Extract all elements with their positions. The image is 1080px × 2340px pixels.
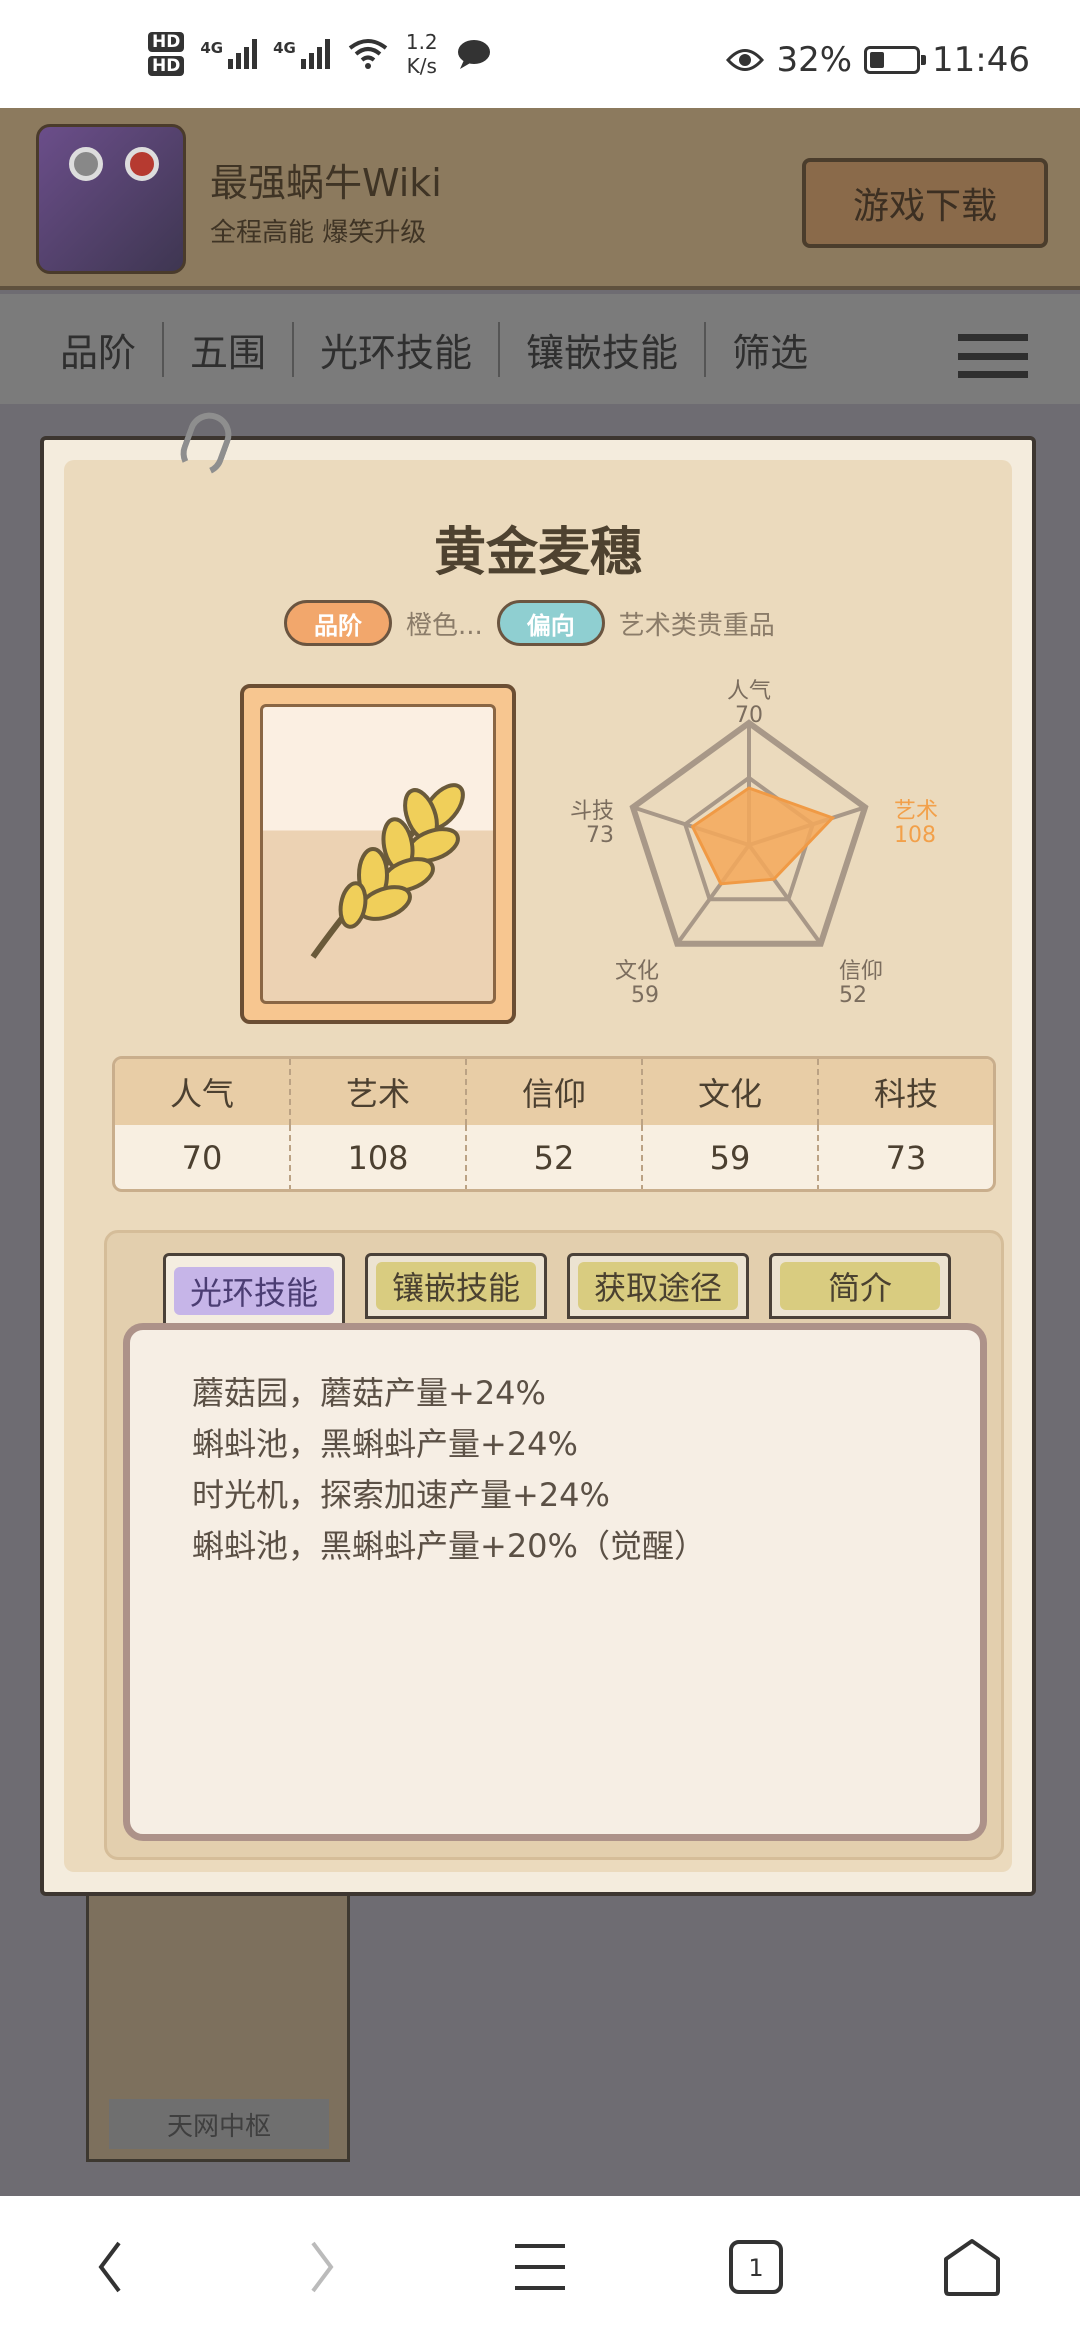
item-image-card <box>240 684 516 1024</box>
bias-value: 艺术类贵重品 <box>618 610 775 641</box>
tabs-count: 1 <box>748 2254 763 2282</box>
app-subtitle: 全程高能 爆笑升级 <box>210 218 427 248</box>
radar-axis-label: 信仰 <box>839 959 883 984</box>
background-item-card[interactable]: 天网中枢 <box>86 1886 350 2162</box>
stats-value-faith: 52 <box>465 1125 641 1189</box>
background-card-label: 天网中枢 <box>109 2099 329 2149</box>
radar-value-label: 70 <box>735 703 763 728</box>
stats-header-art: 艺术 <box>289 1059 465 1125</box>
sig1-label: 4G <box>200 39 224 57</box>
forward-button[interactable] <box>292 2232 352 2302</box>
tab-bar: 光环技能 镶嵌技能 获取途径 简介 <box>163 1253 951 1329</box>
tab-acquire-label: 获取途径 <box>578 1262 738 1310</box>
battery-icon <box>864 46 927 74</box>
filter-bar: 品阶 五围 光环技能 镶嵌技能 筛选 <box>0 294 1080 404</box>
filter-aura-skill[interactable]: 光环技能 <box>292 321 498 377</box>
modal-inner: 黄金麦穗 品阶 橙色... 偏向 艺术类贵重品 人气 70 艺术 108 信仰 … <box>64 460 1012 1872</box>
hd-badge-2: HD <box>148 56 185 76</box>
home-button[interactable] <box>940 2232 1004 2302</box>
radar-value-label: 59 <box>631 983 659 1008</box>
stats-header-tech: 科技 <box>817 1059 993 1125</box>
radar-value-label: 73 <box>586 823 614 848</box>
back-button[interactable] <box>80 2232 140 2302</box>
chat-bubble-icon <box>457 40 490 69</box>
stats-header-faith: 信仰 <box>465 1059 641 1125</box>
radar-axis-label: 斗技 <box>570 799 614 824</box>
radar-value-label: 52 <box>839 983 867 1008</box>
tab-intro[interactable]: 简介 <box>769 1253 951 1319</box>
item-tags: 品阶 橙色... 偏向 艺术类贵重品 <box>284 600 775 646</box>
app-title: 最强蜗牛Wiki <box>210 161 442 205</box>
tabs-count-icon: 1 <box>729 2240 783 2294</box>
filter-grade[interactable]: 品阶 <box>60 322 162 377</box>
tab-acquire[interactable]: 获取途径 <box>567 1253 749 1319</box>
stats-value-tech: 73 <box>817 1125 993 1189</box>
skill-line: 蝌蚪池，黑蝌蚪产量+24% <box>192 1425 578 1463</box>
grade-value: 橙色... <box>406 610 483 641</box>
filter-five-stats[interactable]: 五围 <box>162 321 292 377</box>
tabs-button[interactable]: 1 <box>726 2232 786 2302</box>
home-icon <box>944 2239 1000 2296</box>
sig2-label: 4G <box>273 39 296 57</box>
skill-line: 蘑菇园，蘑菇产量+24% <box>192 1374 546 1412</box>
status-right: 32% 11:46 <box>726 40 1030 80</box>
skill-content: 蘑菇园，蘑菇产量+24% 蝌蚪池，黑蝌蚪产量+24% 时光机，探索加速产量+24… <box>123 1323 987 1841</box>
stats-value-culture: 59 <box>641 1125 817 1189</box>
tab-inlay-skill-label: 镶嵌技能 <box>376 1262 536 1310</box>
stats-value-popularity: 70 <box>181 1139 223 1177</box>
battery-percent: 32% <box>776 40 853 80</box>
app-header: 最强蜗牛Wiki 全程高能 爆笑升级 游戏下载 <box>0 108 1080 290</box>
wifi-icon <box>348 39 388 69</box>
signal-icon-2: 4G <box>273 39 330 69</box>
tab-aura-skill-label: 光环技能 <box>174 1267 334 1315</box>
network-speed: 1.2 K/s <box>406 30 438 78</box>
filter-screen[interactable]: 筛选 <box>704 321 834 377</box>
wheat-icon <box>310 783 465 959</box>
tab-aura-skill[interactable]: 光环技能 <box>163 1253 345 1329</box>
skill-line: 时光机，探索加速产量+24% <box>192 1476 610 1514</box>
speed-value: 1.2 <box>405 30 438 54</box>
tab-intro-label: 简介 <box>780 1262 940 1310</box>
skill-tab-panel: 光环技能 镶嵌技能 获取途径 简介 蘑菇园，蘑菇产量+24% 蝌蚪池，黑蝌蚪产量… <box>104 1230 1004 1860</box>
hd-indicator: HD HD <box>148 32 185 76</box>
status-bar: HD HD 4G 4G 1.2 K/s 32% 11:46 <box>0 0 1080 108</box>
item-title: 黄金麦穗 <box>433 523 642 583</box>
radar-axis-label: 文化 <box>615 959 659 984</box>
stats-header-culture: 文化 <box>641 1059 817 1125</box>
clock: 11:46 <box>932 40 1030 80</box>
tab-inlay-skill[interactable]: 镶嵌技能 <box>365 1253 547 1319</box>
eye-icon <box>726 49 765 71</box>
radar-axis-label: 人气 <box>727 679 771 704</box>
skill-line: 蝌蚪池，黑蝌蚪产量+20%（觉醒） <box>192 1527 706 1565</box>
filter-inlay-skill[interactable]: 镶嵌技能 <box>498 321 704 377</box>
item-detail-modal: 黄金麦穗 品阶 橙色... 偏向 艺术类贵重品 人气 70 艺术 108 信仰 … <box>40 406 1036 1896</box>
hamburger-menu-icon[interactable] <box>958 334 1028 378</box>
game-download-button[interactable]: 游戏下载 <box>802 158 1048 248</box>
chevron-left-icon <box>98 2241 121 2293</box>
hd-badge-1: HD <box>148 32 185 52</box>
stats-header-popularity: 人气 <box>169 1075 234 1113</box>
menu-lines-icon <box>515 2244 565 2290</box>
speed-unit: K/s <box>406 54 437 78</box>
stats-header-row: 人气 艺术 信仰 文化 科技 <box>115 1059 993 1125</box>
radar-axis-label: 艺术 <box>894 799 938 824</box>
radar-value-label: 108 <box>894 823 936 848</box>
signal-icon: 4G <box>200 39 258 69</box>
app-logo[interactable] <box>36 124 186 274</box>
menu-button[interactable] <box>510 2232 570 2302</box>
radar-chart: 人气70 艺术108 信仰52 文化59 斗技73 <box>570 679 938 1008</box>
stats-table: 人气 艺术 信仰 文化 科技 70 108 52 59 73 <box>112 1056 996 1192</box>
bias-pill: 偏向 <box>496 600 605 646</box>
stats-value-row: 70 108 52 59 73 <box>115 1125 993 1189</box>
grade-pill: 品阶 <box>284 600 392 646</box>
browser-nav-bar: 1 <box>0 2196 1080 2340</box>
status-left: HD HD 4G 4G 1.2 K/s <box>148 30 492 78</box>
stats-value-art: 108 <box>289 1125 465 1189</box>
chevron-right-icon <box>311 2241 334 2293</box>
